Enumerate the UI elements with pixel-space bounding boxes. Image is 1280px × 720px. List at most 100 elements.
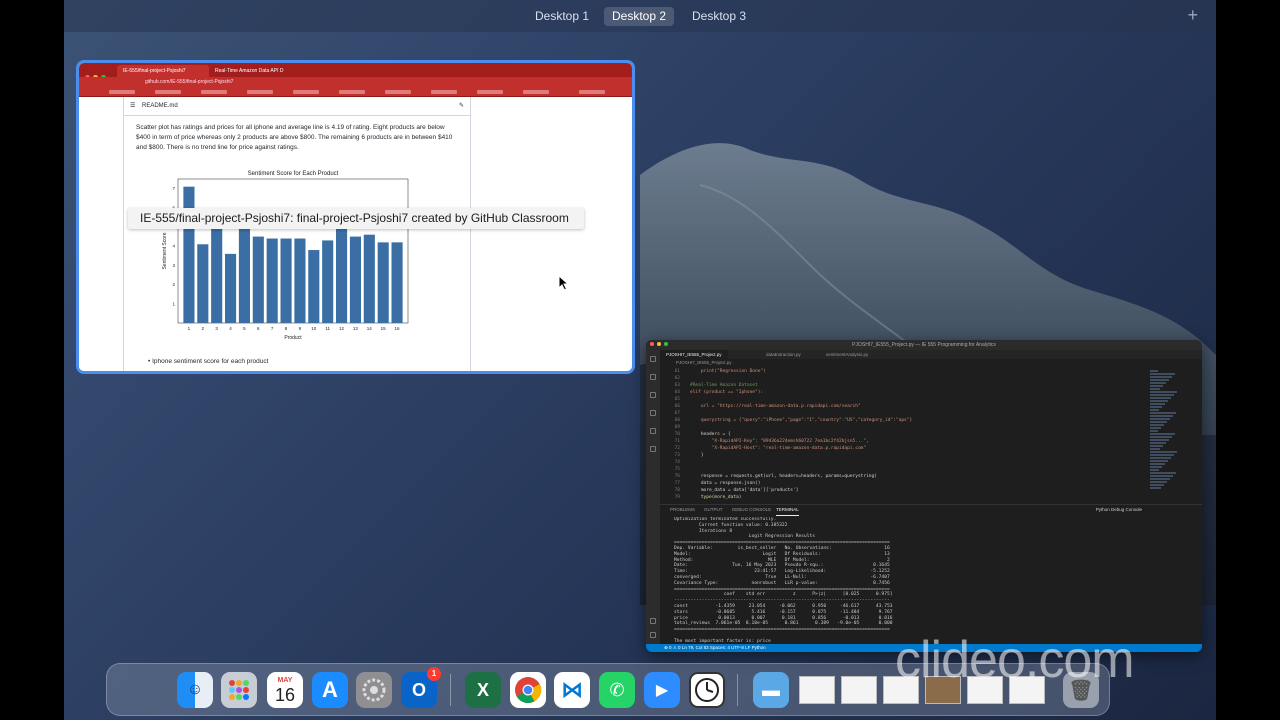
minimap[interactable] [1150, 370, 1180, 502]
app-store-icon[interactable]: A [312, 672, 348, 708]
bookmark-item[interactable] [155, 90, 181, 94]
chart-bar [294, 238, 306, 323]
tab-debug-console[interactable]: DEBUG CONSOLE [732, 505, 771, 515]
minimized-window-thumbnail[interactable] [841, 676, 877, 704]
tab-terminal[interactable]: TERMINAL [776, 505, 799, 516]
x-tick-label: 13 [353, 326, 359, 331]
code-line[interactable]: 75 [660, 466, 1150, 473]
bookmark-item[interactable] [523, 90, 549, 94]
window-controls [650, 340, 671, 350]
minimize-icon[interactable] [657, 342, 661, 346]
bookmark-item[interactable] [431, 90, 457, 94]
terminal-selector[interactable]: Python Debug Console [1096, 505, 1142, 515]
bookmark-item[interactable] [477, 90, 503, 94]
minimap-line [1150, 430, 1158, 432]
breadcrumb[interactable]: PJOSHI7_IE555_Project.py [660, 359, 1202, 366]
code-line[interactable]: 70 headers = { [660, 431, 1150, 438]
remote-icon[interactable] [650, 446, 656, 452]
desktop-2-tab[interactable]: Desktop 2 [604, 7, 675, 26]
launchpad-icon[interactable] [221, 672, 257, 708]
bookmark-item[interactable] [339, 90, 365, 94]
maximize-icon[interactable] [664, 342, 668, 346]
code-line[interactable]: 73 } [660, 452, 1150, 459]
dock-separator [450, 674, 451, 706]
tab-output[interactable]: OUTPUT [704, 505, 723, 515]
close-icon[interactable] [650, 342, 654, 346]
tab-sentiment-analysis[interactable]: sentimentAnalysis.py [820, 350, 874, 359]
line-number: 63 [674, 383, 680, 388]
url-text[interactable]: github.com/IE-555/final-project-Psjoshi7 [145, 77, 233, 88]
edit-pencil-icon[interactable]: ✎ [459, 97, 464, 115]
vscode-window[interactable]: PJOSHI7_IE555_Project.py — IE 555 Progra… [646, 340, 1202, 652]
sentiment-chart: Sentiment Score for Each Product12345671… [158, 167, 428, 345]
terminal-output[interactable]: Optimization terminated successfully. Cu… [674, 517, 1178, 644]
run-debug-icon[interactable] [650, 410, 656, 416]
code-line[interactable]: 68 querystring = {"query":"iPhone","page… [660, 417, 1150, 424]
code-line[interactable]: 64 elif (product == "Iphone"): [660, 389, 1150, 396]
whatsapp-icon[interactable]: ✆ [599, 672, 635, 708]
menu-icon[interactable]: ☰ [130, 97, 135, 115]
code-line[interactable]: 76 response = requests.get(url, headers=… [660, 473, 1150, 480]
desktop-3-tab[interactable]: Desktop 3 [684, 7, 754, 26]
clock-icon[interactable] [689, 672, 725, 708]
vscode-icon[interactable]: ⋈ [554, 672, 590, 708]
code-line[interactable]: 69 [660, 424, 1150, 431]
chart-bar [266, 238, 278, 323]
bookmark-item[interactable] [247, 90, 273, 94]
minimap-line [1150, 379, 1169, 381]
account-icon[interactable] [650, 618, 656, 624]
system-preferences-icon[interactable] [356, 672, 392, 708]
code-line[interactable]: 67 [660, 410, 1150, 417]
mission-control-bar: Desktop 1 Desktop 2 Desktop 3 + [64, 0, 1216, 32]
minimap-line [1150, 463, 1165, 465]
desktop-1-tab[interactable]: Desktop 1 [527, 7, 597, 26]
code-text: } [690, 453, 704, 458]
tab-data-extraction[interactable]: dataExtraction.py [760, 350, 807, 359]
minimized-window-thumbnail[interactable] [799, 676, 835, 704]
browser-tab-api[interactable]: Real-Time Amazon Data API D [209, 65, 303, 77]
bookmark-item[interactable] [579, 90, 605, 94]
bookmark-item[interactable] [293, 90, 319, 94]
code-line[interactable]: 77 data = response.json() [660, 480, 1150, 487]
code-line[interactable]: 65 [660, 396, 1150, 403]
search-icon[interactable] [650, 374, 656, 380]
x-tick-label: 7 [271, 326, 274, 331]
tab-problems[interactable]: PROBLEMS [670, 505, 695, 515]
activity-bar [646, 350, 660, 644]
browser-tab-github[interactable]: IE-555/final-project-Psjoshi7 [117, 65, 209, 77]
chrome-icon[interactable] [510, 672, 546, 708]
zoom-icon[interactable]: ▶ [644, 672, 680, 708]
outlook-icon[interactable]: O 1 [401, 667, 441, 708]
settings-gear-icon[interactable] [650, 632, 656, 638]
calendar-icon[interactable]: MAY 16 [267, 672, 303, 708]
y-tick-label: 1 [172, 301, 175, 306]
minimap-line [1150, 427, 1161, 429]
code-line[interactable]: 74 [660, 459, 1150, 466]
extensions-icon[interactable] [650, 428, 656, 434]
tab-main-project[interactable]: PJOSHI7_IE555_Project.py [660, 350, 728, 359]
excel-icon[interactable]: X [465, 672, 501, 708]
finder-icon[interactable]: ☺ [177, 672, 213, 708]
code-line[interactable]: 71 "X-RapidAPI-Key": "09436a224emsh60722… [660, 438, 1150, 445]
minimap-line [1150, 481, 1167, 483]
code-line[interactable]: 79 type(more_data) [660, 494, 1150, 501]
code-line[interactable]: 61 print("Regression Done") [660, 368, 1150, 375]
code-editor[interactable]: 61 print("Regression Done") 62 63 #Real-Tim… [660, 368, 1150, 502]
line-number: 67 [674, 411, 680, 416]
dock-separator [737, 674, 738, 706]
source-control-icon[interactable] [650, 392, 656, 398]
code-line[interactable]: 66 url = "https://real-time-amazon-data.… [660, 403, 1150, 410]
code-line[interactable]: 78 more_data = data['data']['products'] [660, 487, 1150, 494]
add-desktop-button[interactable]: + [1187, 5, 1198, 26]
address-bar[interactable]: github.com/IE-555/final-project-Psjoshi7 [79, 77, 632, 88]
minimap-line [1150, 466, 1162, 468]
bookmark-item[interactable] [109, 90, 135, 94]
code-line[interactable]: 63 #Real-Time Amazon Dataset [660, 382, 1150, 389]
bookmark-item[interactable] [385, 90, 411, 94]
bookmark-item[interactable] [201, 90, 227, 94]
downloads-folder-icon[interactable]: ▬ [753, 672, 789, 708]
chart-bar [336, 227, 348, 323]
code-line[interactable]: 72 "X-RapidAPI-Host": "real-time-amazon-… [660, 445, 1150, 452]
code-line[interactable]: 62 [660, 375, 1150, 382]
explorer-icon[interactable] [650, 356, 656, 362]
